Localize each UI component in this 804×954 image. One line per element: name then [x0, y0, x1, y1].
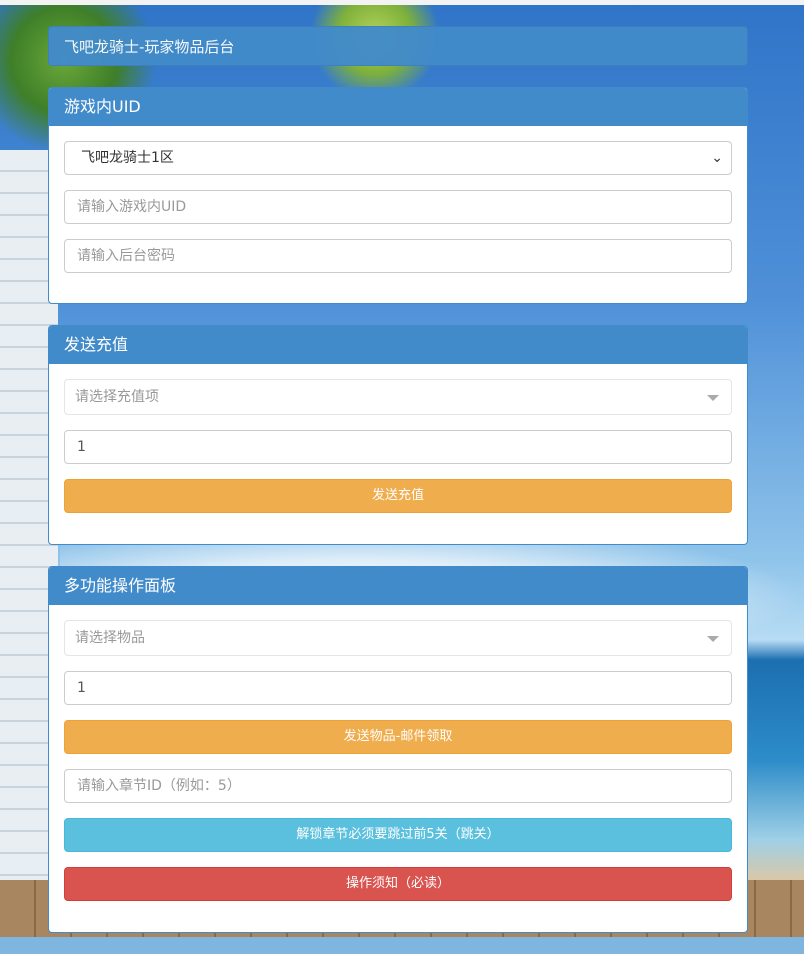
server-select[interactable]: 飞吧龙骑士1区 ⌄	[64, 141, 732, 175]
multi-panel-body: 请选择物品 1 发送物品-邮件领取 请输入章节ID（例如：5） 解锁章节必须要跳…	[49, 605, 747, 922]
uid-panel-body: 飞吧龙骑士1区 ⌄ 请输入游戏内UID 请输入后台密码	[49, 126, 747, 294]
item-select-placeholder: 请选择物品	[75, 630, 145, 646]
recharge-panel-heading: 发送充值	[49, 326, 747, 364]
uid-panel-heading: 游戏内UID	[49, 88, 747, 126]
top-strip	[0, 0, 804, 5]
send-recharge-button[interactable]: 发送充值	[64, 479, 732, 513]
caret-down-icon	[707, 636, 719, 642]
recharge-item-select-placeholder: 请选择充值项	[75, 389, 159, 405]
chevron-down-icon: ⌄	[711, 150, 723, 166]
server-select-value: 飞吧龙骑士1区	[81, 150, 174, 166]
caret-down-icon	[707, 395, 719, 401]
item-select[interactable]: 请选择物品	[64, 620, 732, 656]
password-input[interactable]: 请输入后台密码	[64, 239, 732, 273]
multi-function-panel: 多功能操作面板 请选择物品 1 发送物品-邮件领取 请输入章节ID（例如：5） …	[48, 566, 748, 933]
unlock-chapter-button[interactable]: 解锁章节必须要跳过前5关（跳关）	[64, 818, 732, 852]
recharge-item-select[interactable]: 请选择充值项	[64, 379, 732, 415]
recharge-panel-body: 请选择充值项 1 发送充值	[49, 364, 747, 534]
recharge-panel: 发送充值 请选择充值项 1 发送充值	[48, 325, 748, 545]
recharge-quantity-input[interactable]: 1	[64, 430, 732, 464]
operation-notice-button[interactable]: 操作须知（必读）	[64, 867, 732, 901]
uid-input[interactable]: 请输入游戏内UID	[64, 190, 732, 224]
page-title: 飞吧龙骑士-玩家物品后台	[48, 26, 748, 66]
uid-panel: 游戏内UID 飞吧龙骑士1区 ⌄ 请输入游戏内UID 请输入后台密码	[48, 87, 748, 304]
send-item-mail-button[interactable]: 发送物品-邮件领取	[64, 720, 732, 754]
chapter-id-input[interactable]: 请输入章节ID（例如：5）	[64, 769, 732, 803]
main-container: 飞吧龙骑士-玩家物品后台 游戏内UID 飞吧龙骑士1区 ⌄ 请输入游戏内UID …	[48, 26, 748, 954]
multi-panel-heading: 多功能操作面板	[49, 567, 747, 605]
item-quantity-input[interactable]: 1	[64, 671, 732, 705]
